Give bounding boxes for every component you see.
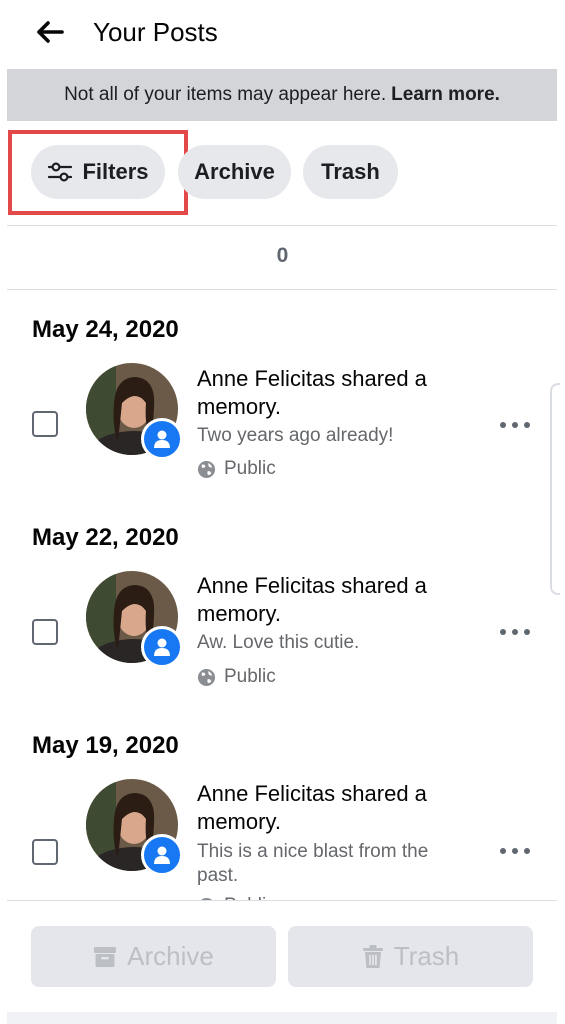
more-options-icon[interactable] xyxy=(500,844,530,858)
back-button[interactable] xyxy=(30,12,70,52)
post-title[interactable]: Anne Felicitas shared a memory. xyxy=(197,780,467,836)
header: Your Posts xyxy=(0,0,565,64)
notice-banner: Not all of your items may appear here. L… xyxy=(7,69,557,121)
filters-button[interactable]: Filters xyxy=(31,145,165,199)
more-options-icon[interactable] xyxy=(500,418,530,432)
post-checkbox[interactable] xyxy=(32,619,58,645)
profile-badge-icon xyxy=(141,834,183,876)
post-caption: Aw. Love this cutie. xyxy=(197,632,360,653)
privacy-indicator: Public xyxy=(197,458,276,480)
trash-chip[interactable]: Trash xyxy=(303,145,398,199)
privacy-label: Public xyxy=(224,666,276,687)
privacy-indicator: Public xyxy=(197,666,276,688)
privacy-label: Public xyxy=(224,458,276,479)
avatar xyxy=(86,363,183,460)
profile-badge-icon xyxy=(141,418,183,460)
divider xyxy=(7,289,557,290)
divider xyxy=(7,225,557,226)
filter-chip-row: Filters Archive Trash xyxy=(0,130,565,225)
sliders-icon xyxy=(48,162,73,182)
arrow-left-icon xyxy=(37,21,64,43)
post-caption: Two years ago already! xyxy=(197,425,394,446)
post-caption: This is a nice blast from the past. xyxy=(197,841,429,886)
post-checkbox[interactable] xyxy=(32,411,58,437)
post-title[interactable]: Anne Felicitas shared a memory. xyxy=(197,365,467,421)
archive-chip[interactable]: Archive xyxy=(178,145,291,199)
more-options-icon[interactable] xyxy=(500,625,530,639)
bottom-strip xyxy=(7,1012,557,1024)
archive-button[interactable]: Archive xyxy=(31,926,276,987)
selected-count: 0 xyxy=(276,244,289,267)
date-heading: May 19, 2020 xyxy=(32,732,179,759)
trash-label: Trash xyxy=(393,941,460,971)
archive-box-icon xyxy=(94,946,117,967)
scrollbar[interactable] xyxy=(550,383,560,595)
date-heading: May 22, 2020 xyxy=(32,524,179,551)
avatar xyxy=(86,571,183,668)
globe-icon xyxy=(197,460,216,478)
globe-icon xyxy=(197,668,216,686)
avatar xyxy=(86,779,183,876)
archive-label: Archive xyxy=(127,941,214,971)
page-title: Your Posts xyxy=(93,17,218,47)
filters-label: Filters xyxy=(82,159,149,184)
post-title[interactable]: Anne Felicitas shared a memory. xyxy=(197,572,467,628)
post-checkbox[interactable] xyxy=(32,839,58,865)
bottom-action-bar: Archive Trash xyxy=(0,900,565,1024)
learn-more-link[interactable]: Learn more. xyxy=(391,84,500,106)
profile-badge-icon xyxy=(141,626,183,668)
notice-text: Not all of your items may appear here. xyxy=(64,84,387,105)
trash-can-icon xyxy=(362,944,383,968)
date-heading: May 24, 2020 xyxy=(32,316,179,343)
divider xyxy=(7,900,557,901)
trash-button[interactable]: Trash xyxy=(288,926,533,987)
